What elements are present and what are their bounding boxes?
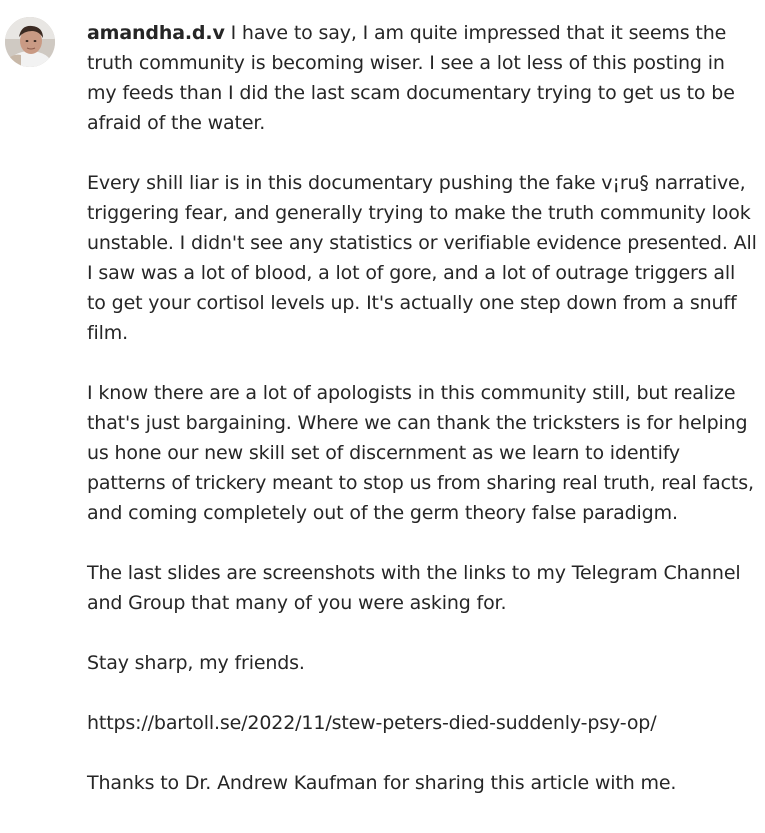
comment-body: amandha.d.v I have to say, I am quite im… <box>87 18 757 798</box>
comment-paragraph-2: Every shill liar is in this documentary … <box>87 172 757 344</box>
comment-paragraph-5: Stay sharp, my friends. <box>87 652 305 674</box>
comment-paragraph-1: amandha.d.v I have to say, I am quite im… <box>87 18 757 138</box>
comment-paragraph-6: https://bartoll.se/2022/11/stew-peters-d… <box>87 708 757 738</box>
user-avatar[interactable] <box>5 17 55 67</box>
user-avatar-photo-icon <box>5 17 55 67</box>
comment-paragraph-7: Thanks to Dr. Andrew Kaufman for sharing… <box>87 772 677 794</box>
comment-item: amandha.d.v I have to say, I am quite im… <box>0 0 765 833</box>
username-link[interactable]: amandha.d.v <box>87 22 225 44</box>
article-link[interactable]: https://bartoll.se/2022/11/stew-peters-d… <box>87 712 657 734</box>
comment-paragraph-4: The last slides are screenshots with the… <box>87 562 741 614</box>
comment-paragraph-3: I know there are a lot of apologists in … <box>87 382 754 524</box>
